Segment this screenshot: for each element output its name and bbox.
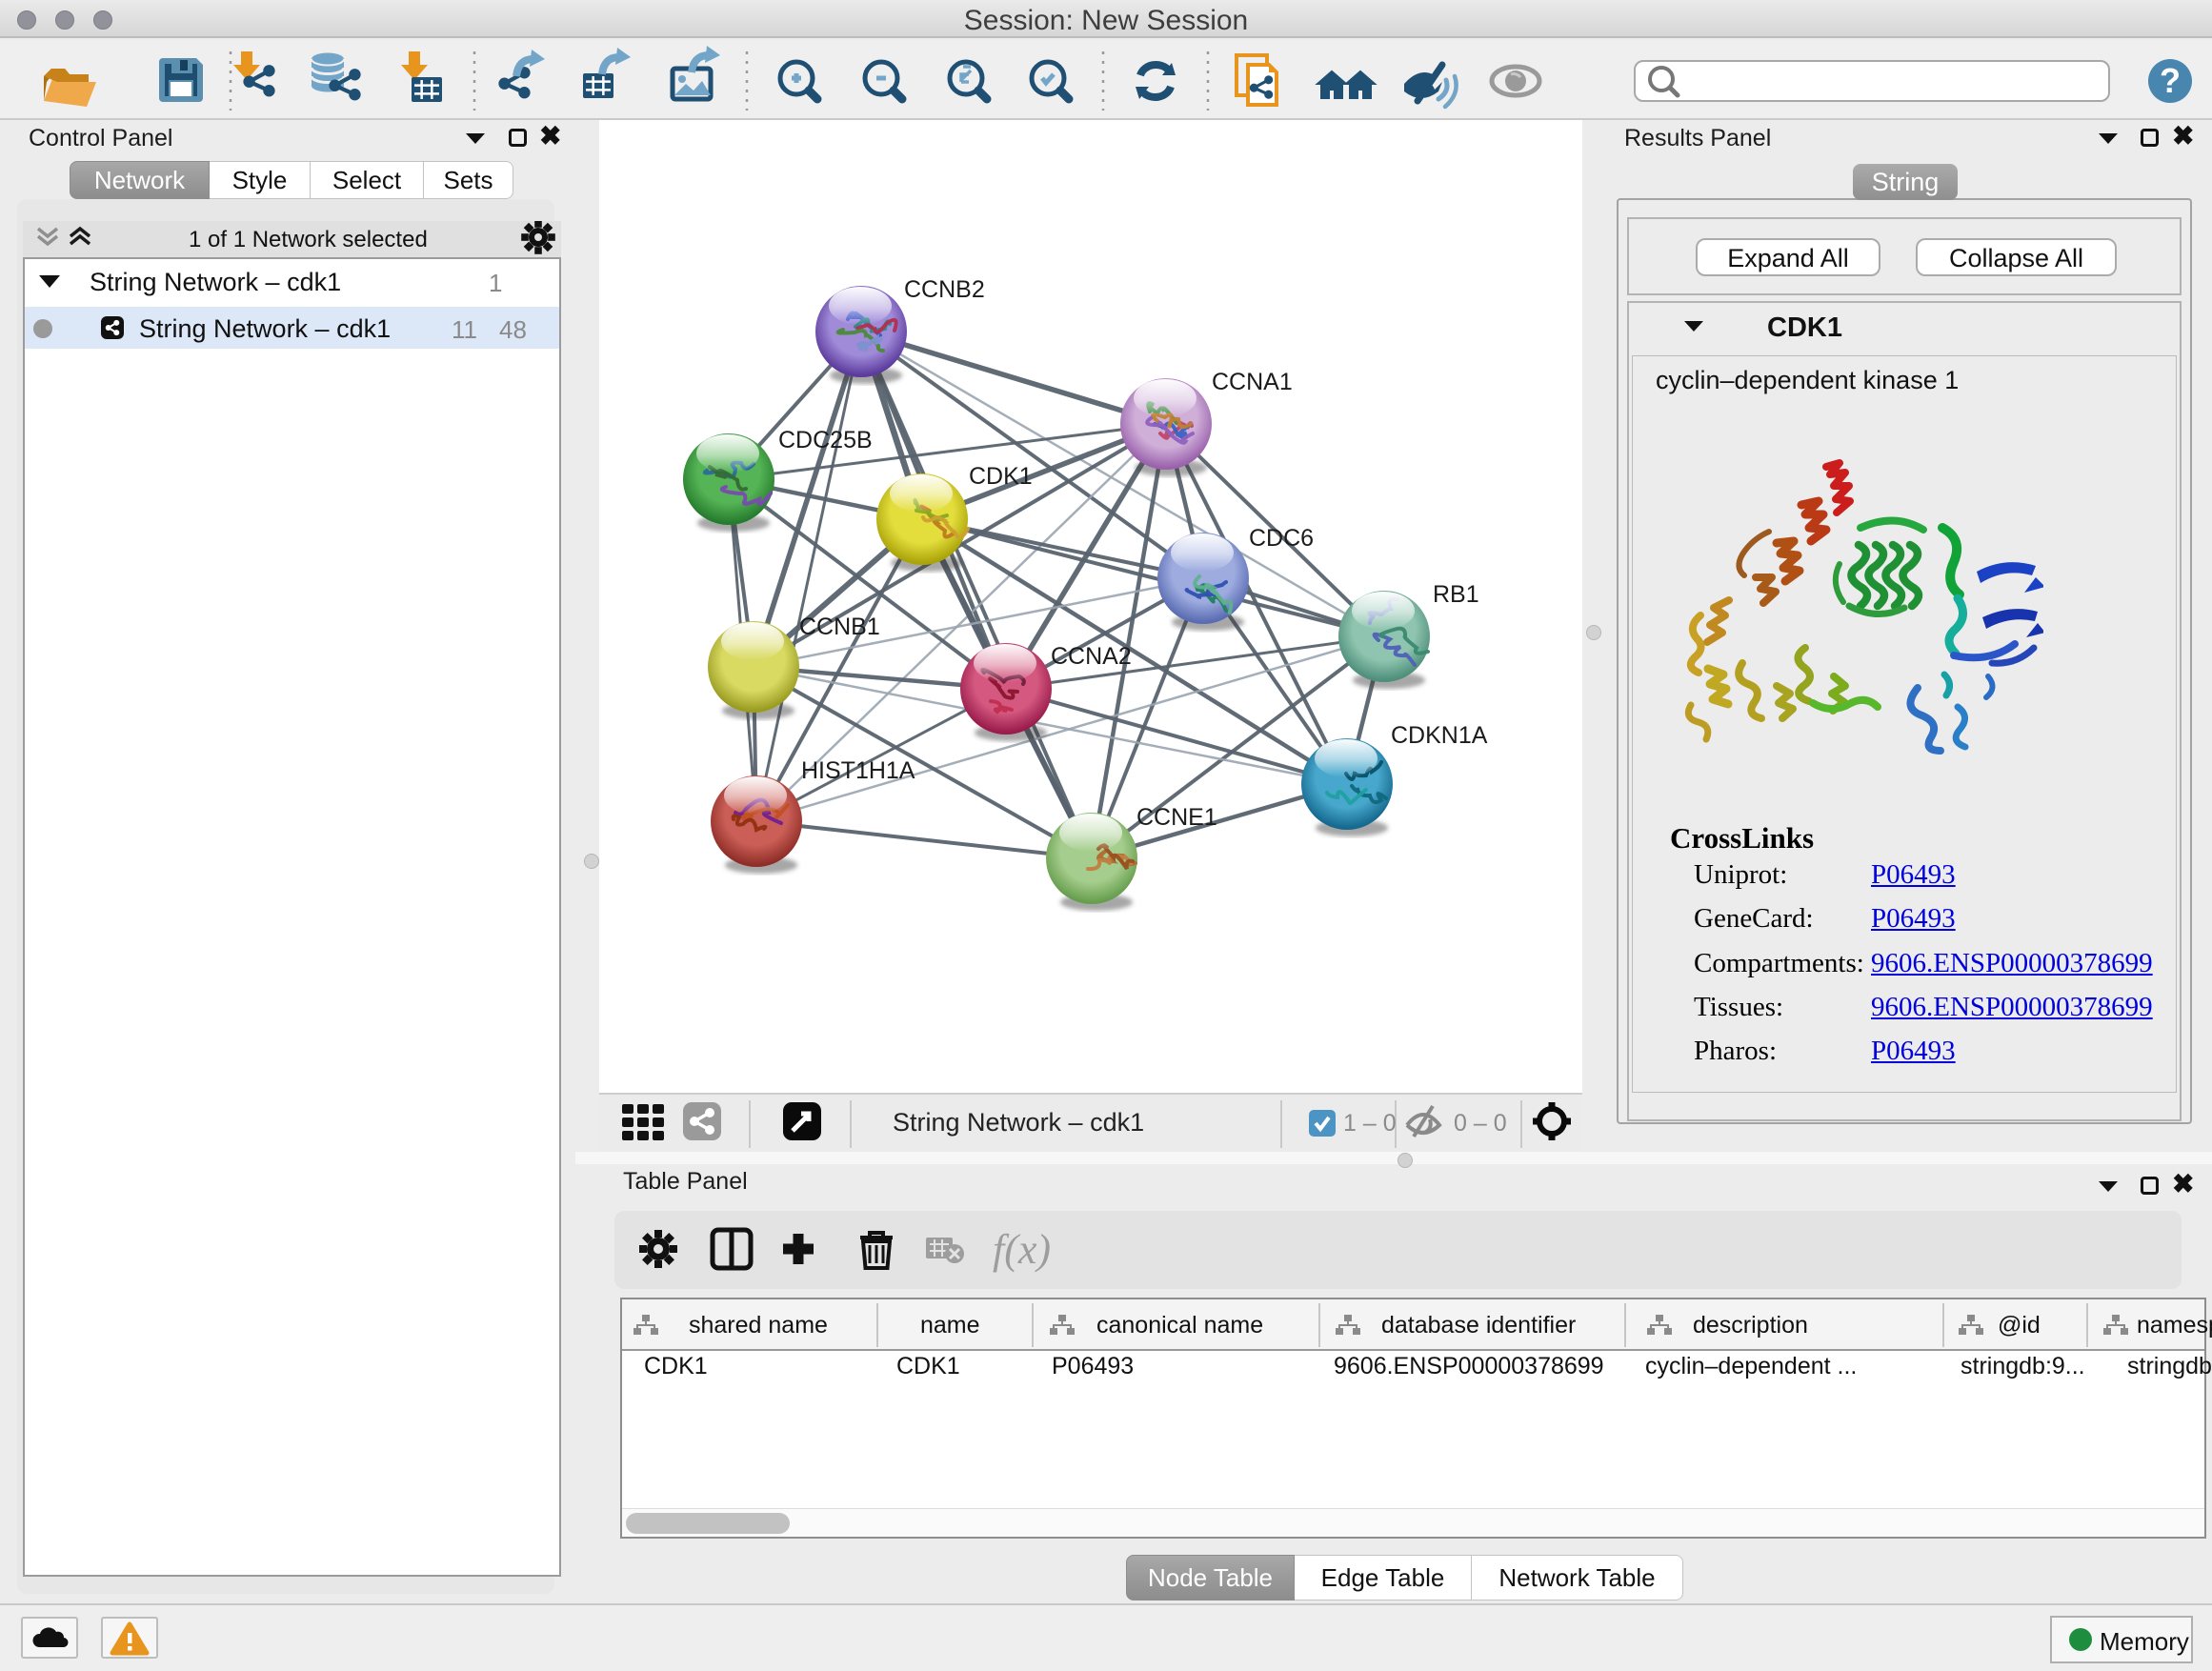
svg-text:CCNB1: CCNB1: [799, 614, 880, 640]
svg-text:CDC6: CDC6: [1249, 525, 1314, 552]
svg-text:CCNB2: CCNB2: [904, 276, 985, 303]
svg-text:HIST1H1A: HIST1H1A: [801, 757, 915, 784]
svg-text:CDKN1A: CDKN1A: [1391, 722, 1488, 749]
svg-text:f(x): f(x): [993, 1226, 1051, 1273]
svg-text:?: ?: [2160, 61, 2181, 100]
svg-text:CCNA1: CCNA1: [1212, 369, 1293, 395]
svg-text:RB1: RB1: [1433, 581, 1479, 608]
svg-text:CDC25B: CDC25B: [778, 427, 873, 453]
svg-text:CDK1: CDK1: [969, 463, 1033, 490]
svg-text:CCNE1: CCNE1: [1136, 804, 1217, 831]
svg-text:CCNA2: CCNA2: [1051, 643, 1132, 670]
